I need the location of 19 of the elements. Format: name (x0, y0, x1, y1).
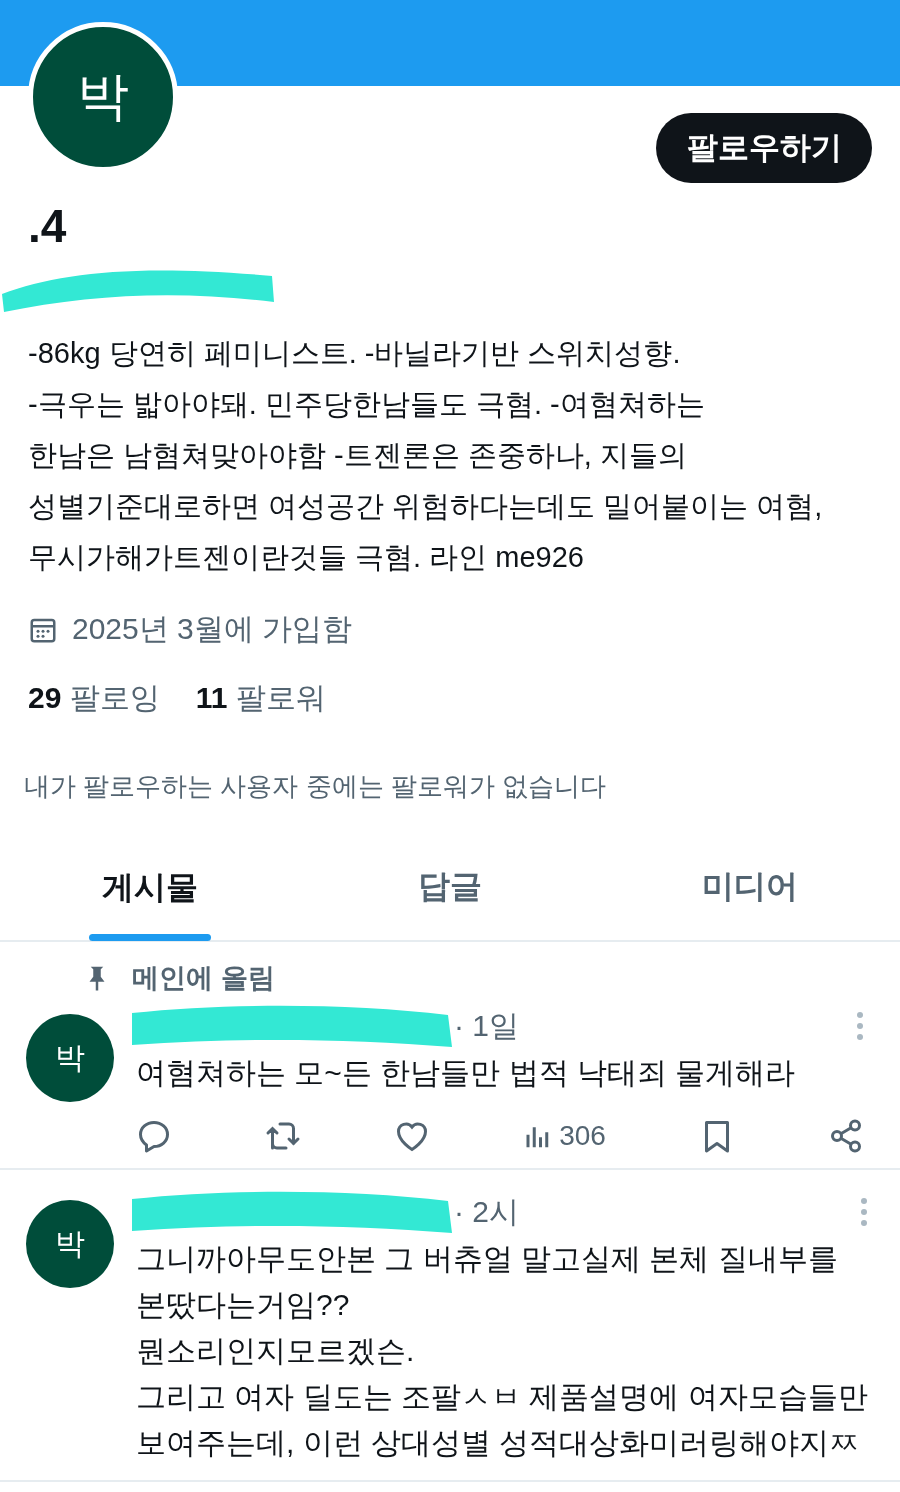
view-count: 306 (559, 1120, 606, 1152)
reply-icon[interactable] (136, 1118, 172, 1154)
join-date: 2025년 3월에 가입함 (72, 611, 353, 647)
profile-tab[interactable]: 미디어 (702, 865, 798, 909)
pinned-label: 메인에 올림 (132, 962, 275, 995)
post-text: 그니까아무도안본 그 버츄얼 말고실제 본체 질내부를 본땄다는거임?? 뭔소리인지모르겠슨. 그리고 여자 딜도는 조팔ㅅㅂ 제품설명에 여자모습들만 보여주는데, 이런 상대성별 성적대상화미러링해야지ㅉ (136, 1241, 868, 1461)
display-name: .4 (28, 199, 68, 254)
post-avatar[interactable]: 박 (26, 1200, 114, 1288)
followers-link[interactable]: 11 팔로워 (195, 678, 326, 719)
profile-bio: -86kg 당연히 페미니스트. -바닐라기반 스위치성향. -극우는 밟아야돼. 민주당한남들도 극혐. -여혐쳐하는 한남은 남혐쳐맞아야함 -트젠론은 존중하나, 지들의 성별기준대로하면 여성공간 위험하다는데도 밀어붙이는 여혐, 무시가해가트젠이란것들 극혐. 라인 me926 (28, 336, 824, 575)
profile-tab[interactable]: 게시물 (102, 866, 198, 910)
profile-tab[interactable]: 답글 (418, 865, 482, 909)
following-link[interactable]: 29 팔로잉 (28, 678, 160, 719)
follow-button[interactable]: 팔로우하기 (656, 113, 872, 183)
post-text: 여혐쳐하는 모~든 한남들만 법적 낙태죄 물게해라 (136, 1055, 797, 1091)
followed-by-note: 내가 팔로우하는 사용자 중에는 팔로워가 없습니다 (24, 770, 608, 803)
post-time: · 1일 (454, 1007, 519, 1044)
post-time: · 2시 (454, 1193, 519, 1230)
post-avatar[interactable]: 박 (26, 1014, 114, 1102)
